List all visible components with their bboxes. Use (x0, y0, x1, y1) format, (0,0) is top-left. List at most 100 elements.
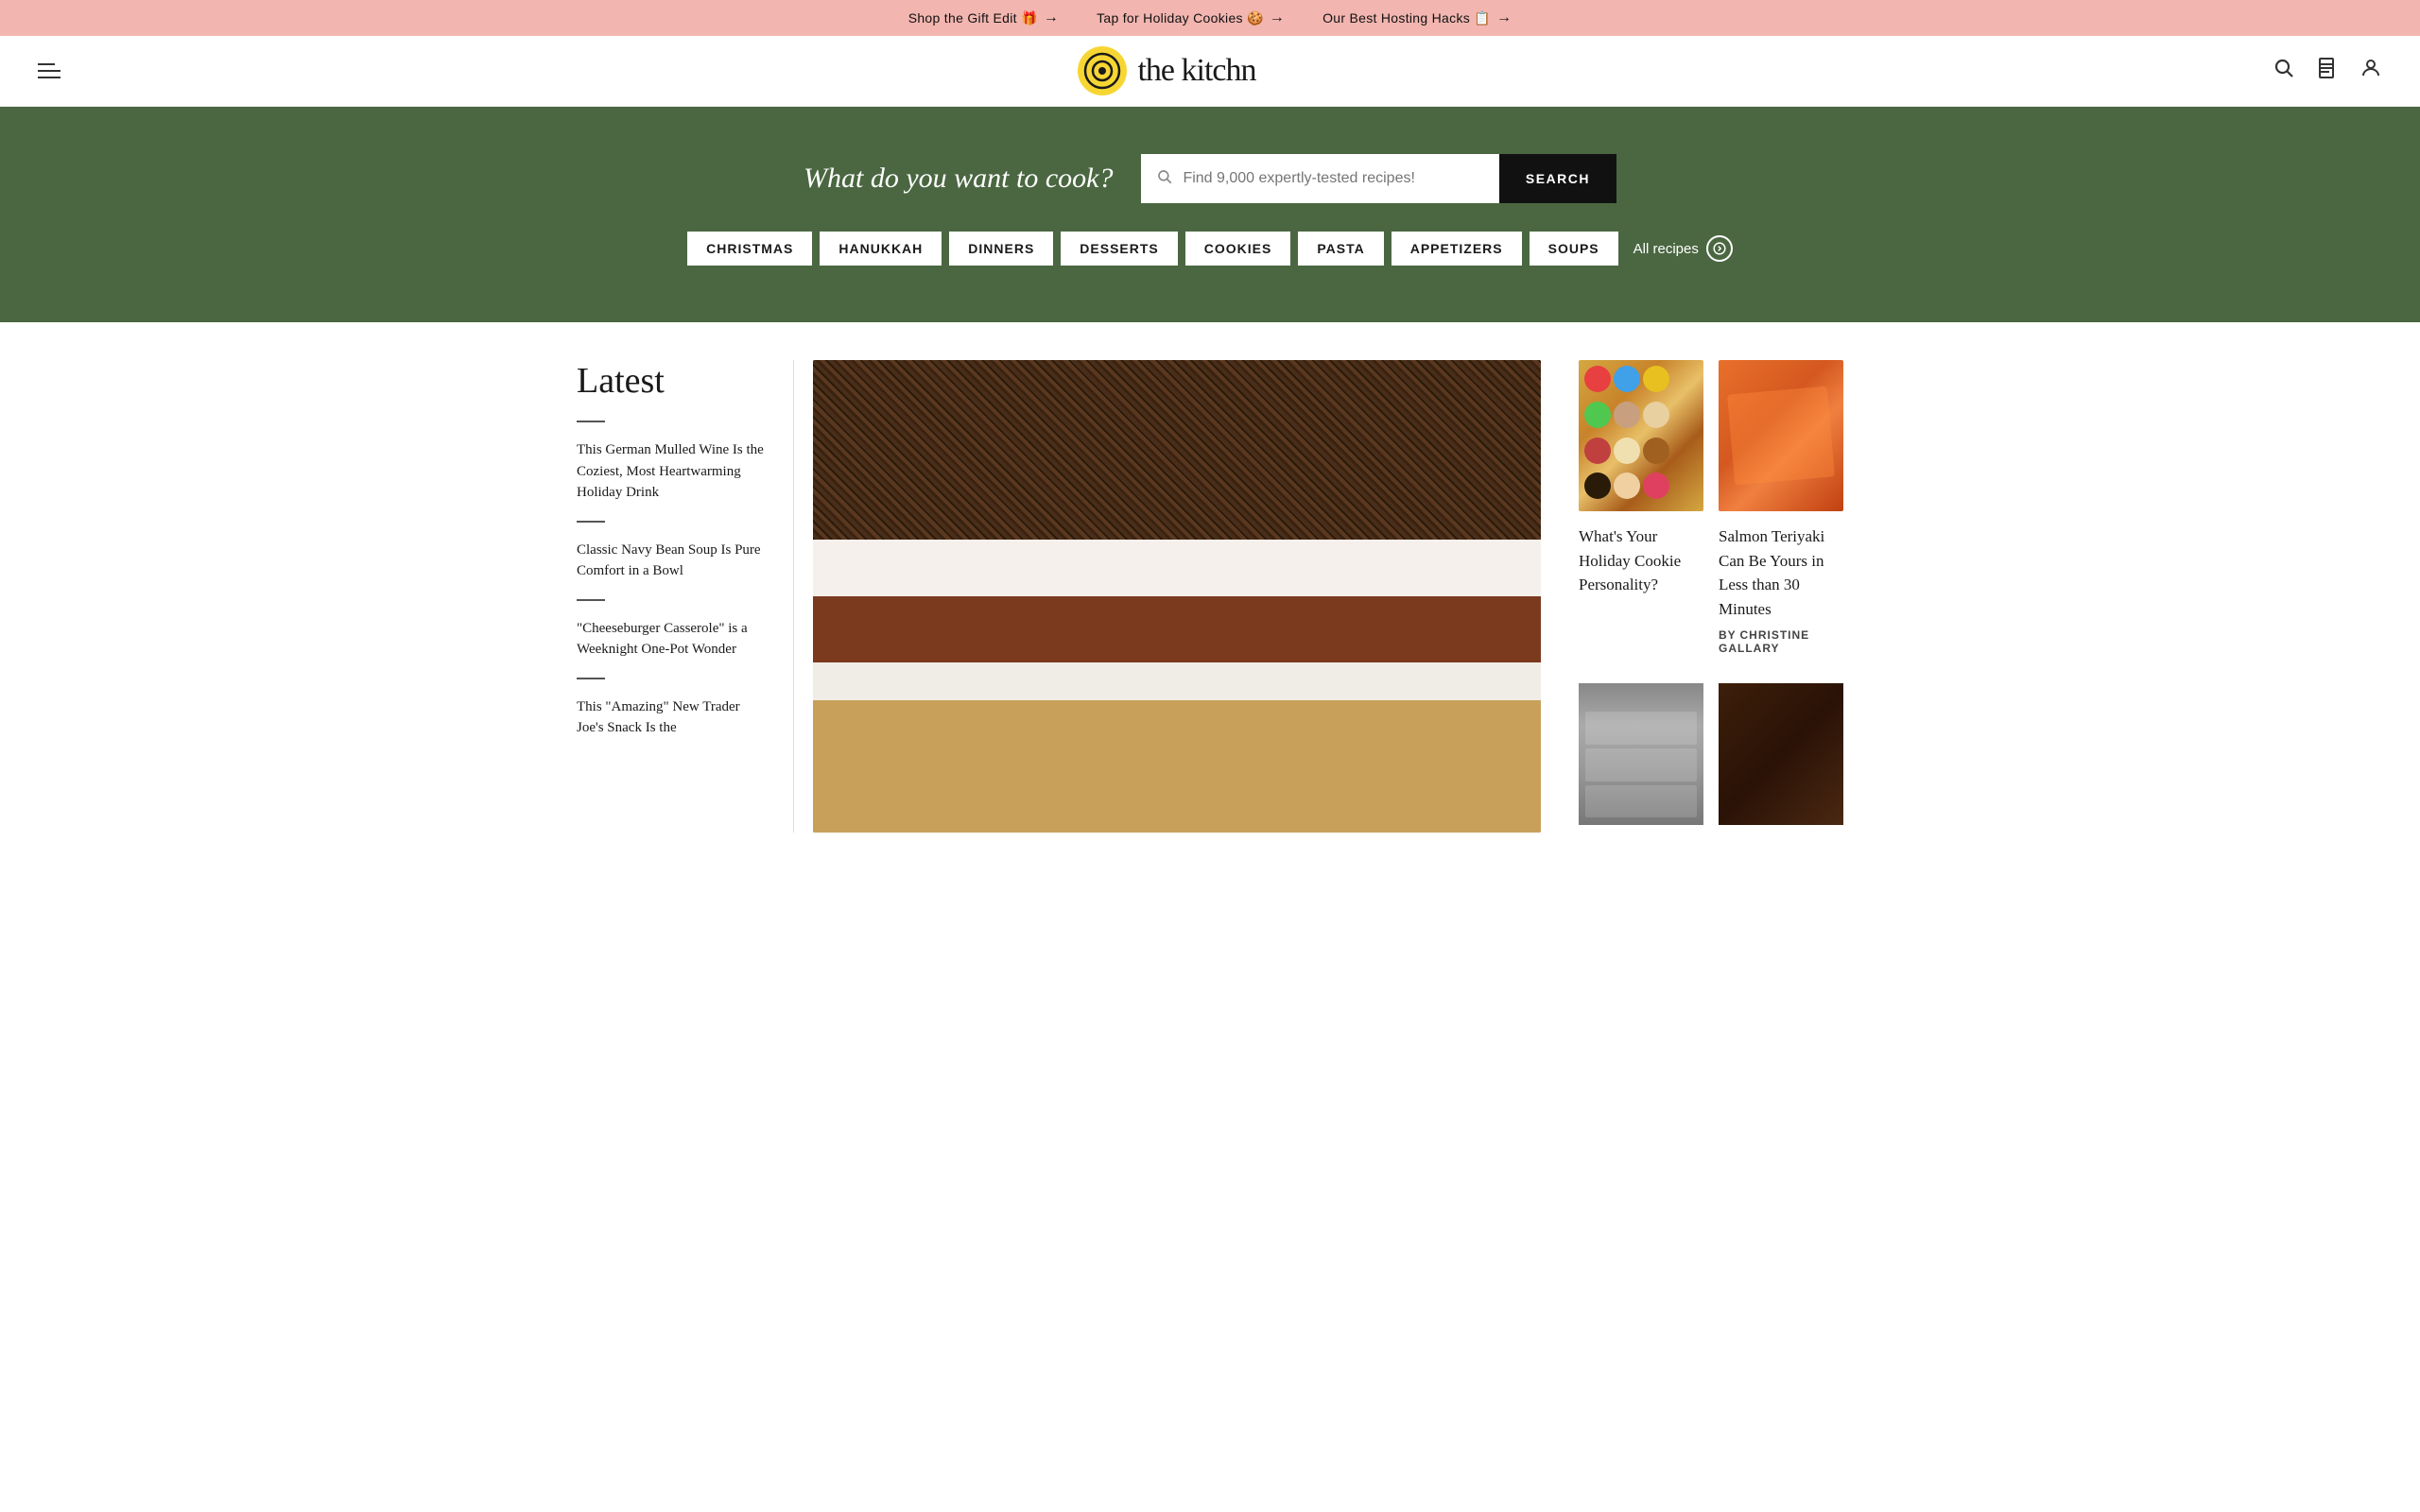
main-content: Latest This German Mulled Wine Is the Co… (548, 322, 1872, 870)
logo-icon (1077, 45, 1128, 96)
latest-item-title-2[interactable]: "Cheeseburger Casserole" is a Weeknight … (577, 618, 765, 661)
dessert-chocolate-layer (813, 596, 1541, 662)
latest-divider-2 (577, 599, 605, 601)
latest-item-title-3[interactable]: This "Amazing" New Trader Joe's Snack Is… (577, 696, 765, 739)
header-right (2273, 57, 2382, 85)
salmon-card-byline: By CHRISTINE GALLARY (1719, 628, 1843, 655)
cookie-dot (1614, 366, 1640, 392)
latest-item-title-0[interactable]: This German Mulled Wine Is the Coziest, … (577, 439, 765, 504)
fridge-shelves (1585, 712, 1698, 818)
cookie-image-bg (1579, 360, 1703, 511)
salmon-card: Salmon Teriyaki Can Be Yours in Less tha… (1719, 360, 1843, 655)
search-button[interactable]: SEARCH (1499, 154, 1616, 203)
logo-text: the kitchn (1137, 53, 1255, 89)
salmon-glaze (1727, 387, 1835, 486)
salmon-card-title[interactable]: Salmon Teriyaki Can Be Yours in Less tha… (1719, 524, 1843, 621)
banner-item-cookies[interactable]: Tap for Holiday Cookies 🍪 → (1097, 9, 1285, 26)
search-input-icon (1156, 168, 1173, 190)
search-input[interactable] (1183, 170, 1483, 187)
fridge-card-image[interactable] (1579, 683, 1703, 825)
banner-item-hosting[interactable]: Our Best Hosting Hacks 📋 → (1322, 9, 1512, 26)
cookie-card: What's Your Holiday Cookie Personality? (1579, 360, 1703, 655)
pill-desserts[interactable]: DESSERTS (1061, 232, 1177, 266)
category-pills: CHRISTMAS HANUKKAH DINNERS DESSERTS COOK… (687, 232, 1733, 266)
latest-item-title-1[interactable]: Classic Navy Bean Soup Is Pure Comfort i… (577, 540, 765, 582)
cookie-dot (1614, 438, 1640, 464)
banner-item-gift[interactable]: Shop the Gift Edit 🎁 → (908, 9, 1059, 26)
chocolate-shavings (813, 360, 1541, 540)
all-recipes-link[interactable]: All recipes (1634, 235, 1733, 262)
dessert-cream-layer-2 (813, 662, 1541, 700)
banner-arrow-cookies: → (1270, 9, 1285, 26)
brownie-image-bg (1719, 683, 1843, 825)
fridge-shelf-1 (1585, 712, 1698, 745)
cookie-dot (1614, 472, 1640, 499)
salmon-image-bg (1719, 360, 1843, 511)
header-left (38, 63, 60, 78)
latest-section-title: Latest (577, 360, 765, 402)
right-top-row: What's Your Holiday Cookie Personality? … (1579, 360, 1843, 655)
cookie-dot (1643, 472, 1669, 499)
pill-cookies[interactable]: COOKIES (1185, 232, 1291, 266)
hero-search-row: What do you want to cook? SEARCH (804, 154, 1616, 203)
list-item: This "Amazing" New Trader Joe's Snack Is… (577, 696, 765, 739)
salmon-card-image[interactable] (1719, 360, 1843, 511)
search-bar: SEARCH (1141, 154, 1616, 203)
cookie-card-title[interactable]: What's Your Holiday Cookie Personality? (1579, 524, 1703, 597)
fridge-shelf-3 (1585, 785, 1698, 818)
cookie-dot (1643, 438, 1669, 464)
cookie-card-image[interactable] (1579, 360, 1703, 511)
list-item: "Cheeseburger Casserole" is a Weeknight … (577, 618, 765, 661)
pill-dinners[interactable]: DINNERS (949, 232, 1053, 266)
cookie-dot (1584, 472, 1611, 499)
fridge-shelf-2 (1585, 748, 1698, 782)
all-recipes-label: All recipes (1634, 241, 1699, 257)
dessert-base-layer (813, 700, 1541, 833)
site-logo[interactable]: the kitchn (1077, 45, 1255, 96)
cookie-dot (1643, 366, 1669, 392)
right-column: What's Your Holiday Cookie Personality? … (1560, 360, 1843, 833)
list-item: Classic Navy Bean Soup Is Pure Comfort i… (577, 540, 765, 582)
dessert-cream-layer-1 (813, 540, 1541, 596)
dessert-visual (813, 360, 1541, 833)
cookie-dot (1614, 402, 1640, 428)
banner-arrow-hosting: → (1496, 9, 1512, 26)
pill-pasta[interactable]: PASTA (1298, 232, 1383, 266)
latest-sidebar: Latest This German Mulled Wine Is the Co… (577, 360, 794, 833)
brownie-card-image[interactable] (1719, 683, 1843, 825)
site-header: the kitchn (0, 36, 2420, 107)
hamburger-line-3 (38, 77, 60, 78)
pill-soups[interactable]: SOUPS (1530, 232, 1618, 266)
account-icon[interactable] (2360, 57, 2382, 85)
center-feature (794, 360, 1560, 833)
pill-appetizers[interactable]: APPETIZERS (1392, 232, 1522, 266)
cookie-dot (1584, 438, 1611, 464)
hamburger-line-2 (38, 70, 60, 72)
hero-section: What do you want to cook? SEARCH CHRISTM… (0, 107, 2420, 322)
latest-divider-3 (577, 678, 605, 679)
latest-divider (577, 421, 605, 422)
hero-title: What do you want to cook? (804, 163, 1113, 195)
cookie-dot (1643, 402, 1669, 428)
hamburger-line-1 (38, 63, 55, 65)
right-bottom-row (1579, 683, 1843, 825)
pill-christmas[interactable]: CHRISTMAS (687, 232, 812, 266)
all-recipes-arrow-circle (1706, 235, 1733, 262)
list-item: This German Mulled Wine Is the Coziest, … (577, 439, 765, 504)
brownie-card (1719, 683, 1843, 825)
search-icon[interactable] (2273, 57, 2295, 85)
byline-prefix: By (1719, 628, 1737, 642)
latest-divider-1 (577, 521, 605, 523)
banner-arrow-gift: → (1044, 9, 1059, 26)
feature-image[interactable] (813, 360, 1541, 833)
fridge-card (1579, 683, 1703, 825)
cookie-dot (1584, 366, 1611, 392)
top-banner: Shop the Gift Edit 🎁 → Tap for Holiday C… (0, 0, 2420, 36)
bookmark-icon[interactable] (2316, 57, 2339, 85)
dessert-chocolate-top (813, 360, 1541, 540)
cookie-dot (1584, 402, 1611, 428)
pill-hanukkah[interactable]: HANUKKAH (820, 232, 942, 266)
search-input-area (1141, 154, 1498, 203)
hamburger-menu-button[interactable] (38, 63, 60, 78)
fridge-image-bg (1579, 683, 1703, 825)
